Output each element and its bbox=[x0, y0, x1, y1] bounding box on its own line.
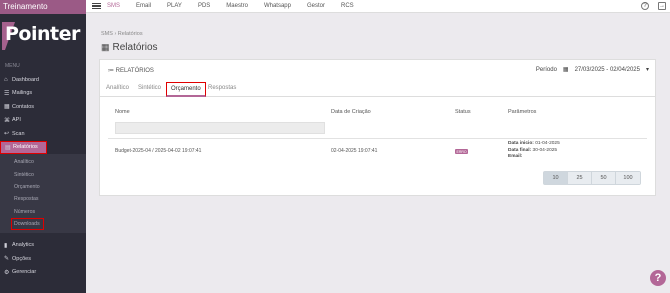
col-nome: Nome bbox=[115, 109, 130, 115]
top-tab-rcs[interactable]: RCS bbox=[341, 3, 354, 9]
col-parametros: Parâmetros bbox=[508, 109, 537, 115]
page-size-100[interactable]: 100 bbox=[616, 172, 640, 184]
sidebar-item-dashboard[interactable]: ⌂ Dashboard bbox=[0, 73, 86, 87]
cell-data: 02-04-2025 19:07:41 bbox=[331, 148, 378, 154]
tab-analitico[interactable]: Analítico bbox=[106, 85, 129, 91]
page-size-50[interactable]: 50 bbox=[592, 172, 616, 184]
top-tab-gestor[interactable]: Gestor bbox=[307, 3, 325, 9]
hamburger-menu-icon[interactable] bbox=[92, 2, 101, 10]
top-tab-pds[interactable]: PDS bbox=[198, 3, 210, 9]
sidebar-item-opcoes[interactable]: ✎ Opções bbox=[0, 252, 86, 266]
cell-parametros: Data inicio: 01-04-2025 Data final: 30-0… bbox=[508, 141, 560, 159]
submenu-item-sintetico[interactable]: Sintético bbox=[0, 168, 86, 180]
page-size-selector: 10 25 50 100 bbox=[543, 171, 641, 185]
logout-icon[interactable]: → bbox=[658, 2, 666, 10]
bar-chart-icon: ▮ bbox=[4, 242, 8, 249]
page-size-25[interactable]: 25 bbox=[568, 172, 592, 184]
period-picker[interactable]: Período ▦ 27/03/2025 - 02/04/2025 ▾ bbox=[536, 66, 649, 74]
row-divider bbox=[108, 138, 647, 139]
sidebar-item-contatos[interactable]: ▦ Contatos bbox=[0, 100, 86, 114]
top-tab-sms[interactable]: SMS bbox=[107, 3, 120, 9]
page-size-10[interactable]: 10 bbox=[544, 172, 568, 184]
breadcrumb: SMS › Relatórios bbox=[101, 31, 143, 37]
tab-orcamento[interactable]: Orçamento bbox=[166, 82, 206, 97]
cell-nome: Budget-2025-04 / 2025-04-02 19:07:41 bbox=[115, 148, 202, 154]
workspace-title: Treinamento bbox=[0, 0, 86, 14]
submenu-item-downloads[interactable]: Downloads bbox=[11, 217, 44, 231]
submenu-item-numeros[interactable]: Números bbox=[0, 206, 86, 218]
status-badge: ERRO bbox=[455, 149, 469, 154]
sidebar-item-gerenciar[interactable]: ⚙ Gerenciar bbox=[0, 265, 86, 279]
tab-respostas[interactable]: Respostas bbox=[208, 85, 236, 91]
sidebar-item-relatorios[interactable]: ▤ Relatórios bbox=[0, 140, 47, 154]
scan-icon: ↩ bbox=[4, 131, 10, 138]
list-icon: ☰ bbox=[4, 90, 10, 97]
reports-card: ≔ RELATÓRIOS Período ▦ 27/03/2025 - 02/0… bbox=[99, 59, 656, 196]
filter-input[interactable] bbox=[115, 122, 325, 134]
top-tab-play[interactable]: PLAY bbox=[167, 3, 182, 9]
contacts-icon: ▦ bbox=[4, 104, 10, 111]
sidebar: Treinamento Pointer MENU ⌂ Dashboard ☰ Mai… bbox=[0, 0, 86, 293]
top-tab-email[interactable]: Email bbox=[136, 3, 151, 9]
sidebar-item-api[interactable]: ⌘ API bbox=[0, 114, 86, 128]
table-icon: ▦ bbox=[101, 42, 110, 52]
help-circle-icon[interactable]: ? bbox=[641, 2, 649, 10]
sidebar-item-scan[interactable]: ↩ Scan bbox=[0, 127, 86, 141]
gear-icon: ⚙ bbox=[4, 269, 10, 276]
tab-sintetico[interactable]: Sintético bbox=[138, 85, 161, 91]
submenu-item-orcamento[interactable]: Orçamento bbox=[0, 181, 86, 193]
menu-heading: MENU bbox=[5, 63, 20, 69]
sidebar-item-analytics[interactable]: ▮ Analytics bbox=[0, 238, 86, 252]
pointer-logo: Pointer bbox=[1, 20, 86, 52]
col-data-criacao: Data de Criação bbox=[331, 109, 371, 115]
list-icon: ≔ bbox=[108, 68, 114, 74]
submenu-item-analitico[interactable]: Analítico bbox=[0, 156, 86, 168]
wrench-icon: ✎ bbox=[4, 256, 10, 263]
home-icon: ⌂ bbox=[4, 76, 8, 83]
calendar-icon: ▦ bbox=[562, 67, 569, 73]
col-status: Status bbox=[455, 109, 471, 115]
api-icon: ⌘ bbox=[4, 117, 10, 124]
chevron-down-icon: ▾ bbox=[645, 67, 649, 73]
top-navbar: SMS Email PLAY PDS Maestro Whatsapp Gest… bbox=[86, 0, 670, 13]
relatorios-submenu: Analítico Sintético Orçamento Respostas … bbox=[0, 154, 86, 234]
top-tab-whatsapp[interactable]: Whatsapp bbox=[264, 3, 291, 9]
submenu-item-respostas[interactable]: Respostas bbox=[0, 193, 86, 205]
help-button[interactable]: ? bbox=[650, 270, 666, 286]
page-title: ▦ Relatórios bbox=[101, 42, 158, 53]
card-label: ≔ RELATÓRIOS bbox=[108, 68, 154, 74]
report-icon: ▤ bbox=[5, 144, 11, 151]
sidebar-item-mailings[interactable]: ☰ Mailings bbox=[0, 87, 86, 101]
top-tab-maestro[interactable]: Maestro bbox=[226, 3, 248, 9]
report-tabs: Analítico Sintético Orçamento Respostas bbox=[100, 82, 655, 97]
